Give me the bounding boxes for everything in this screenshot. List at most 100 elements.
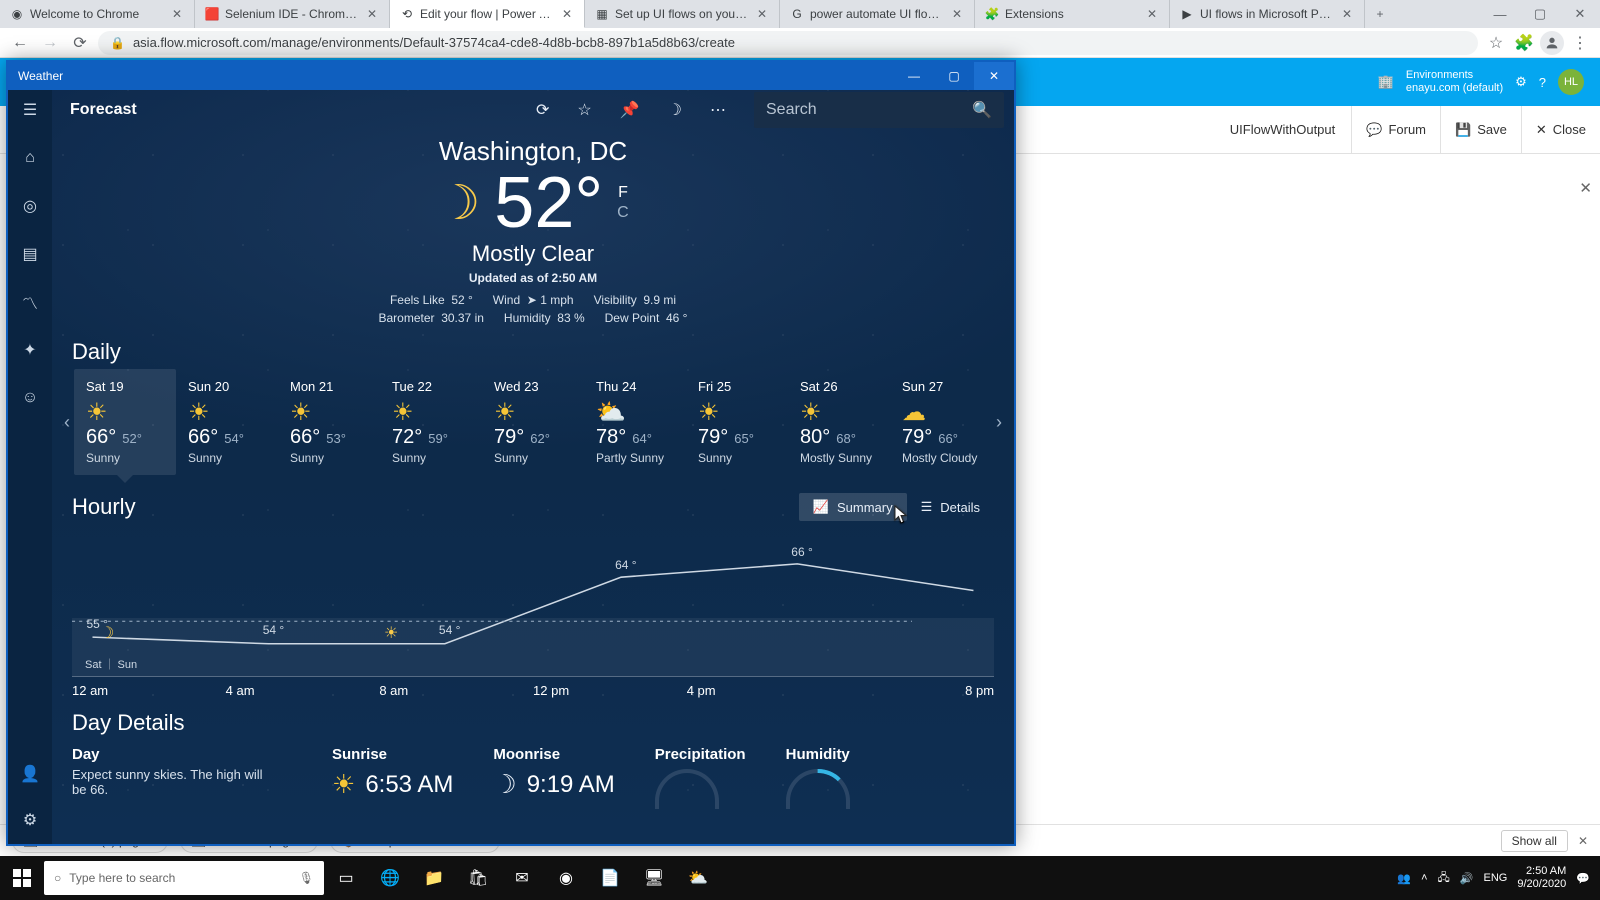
browser-tab[interactable]: 🧩Extensions✕ [975, 0, 1170, 28]
system-clock[interactable]: 2:50 AM 9/20/2020 [1517, 865, 1566, 891]
microsoft-icon: ▦ [595, 7, 609, 21]
summary-toggle[interactable]: 📈Summary [799, 493, 907, 521]
task-view-icon[interactable]: ▭ [324, 856, 368, 900]
extensions-icon[interactable]: 🧩 [1512, 31, 1536, 55]
chrome-taskbar-icon[interactable]: ◉ [544, 856, 588, 900]
back-button[interactable]: ← [8, 31, 32, 55]
new-tab-button[interactable]: + [1365, 0, 1395, 28]
sun-marker-icon: ☀ [384, 623, 398, 643]
browser-tab-active[interactable]: ⟲Edit your flow | Power Automate✕ [390, 0, 585, 28]
people-icon[interactable]: 👥 [1397, 872, 1411, 885]
sound-icon[interactable]: 🔊 [1460, 872, 1474, 885]
unit-celsius[interactable]: C [617, 204, 629, 222]
window-minimize[interactable]: — [894, 62, 934, 90]
daily-prev[interactable]: ‹ [60, 369, 74, 475]
close-button[interactable]: ✕Close [1521, 106, 1600, 153]
dd-moonrise-label: Moonrise [493, 746, 614, 763]
window-close[interactable]: ✕ [1560, 0, 1600, 28]
close-icon[interactable]: ✕ [1145, 7, 1159, 21]
day-card[interactable]: Tue 22☀72°59°Sunny [380, 369, 482, 475]
reload-button[interactable]: ⟳ [68, 31, 92, 55]
weather-app-icon[interactable]: ⛅ [676, 856, 720, 900]
address-bar[interactable]: 🔒 asia.flow.microsoft.com/manage/environ… [98, 31, 1478, 55]
store-icon[interactable]: 🛍 [456, 856, 500, 900]
menu-icon[interactable]: ⋮ [1568, 31, 1592, 55]
flow-name[interactable]: UIFlowWithOutput [1214, 122, 1351, 137]
user-avatar[interactable]: HL [1558, 69, 1584, 95]
save-button[interactable]: 💾Save [1440, 106, 1521, 153]
map-icon[interactable]: ◎ [18, 194, 42, 218]
day-card[interactable]: Mon 21☀66°53°Sunny [278, 369, 380, 475]
close-icon[interactable]: ✕ [755, 7, 769, 21]
day-low: 66° [938, 431, 958, 446]
more-icon[interactable]: ⋯ [710, 100, 726, 120]
day-card[interactable]: Sun 20☀66°54°Sunny [176, 369, 278, 475]
condition-text: Mostly Clear [52, 241, 1014, 267]
window-close[interactable]: ✕ [974, 62, 1014, 90]
close-shelf-button[interactable]: ✕ [1578, 834, 1588, 848]
trend-icon[interactable]: 〽 [18, 290, 42, 314]
day-card[interactable]: Thu 24⛅78°64°Partly Sunny [584, 369, 686, 475]
day-card[interactable]: Sun 27☁79°66°Mostly Cloudy [890, 369, 992, 475]
search-icon[interactable]: 🔍 [972, 100, 992, 120]
start-button[interactable] [0, 856, 44, 900]
help-icon[interactable]: ? [1539, 75, 1546, 90]
mail-icon[interactable]: ✉ [500, 856, 544, 900]
moon-icon[interactable]: ☽ [668, 100, 682, 120]
hamburger-icon[interactable]: ☰ [18, 98, 42, 122]
notifications-icon[interactable]: 💬 [1576, 872, 1590, 885]
bookmark-star-icon[interactable]: ☆ [1484, 31, 1508, 55]
details-toggle[interactable]: ☰Details [907, 493, 994, 521]
tray-chevron-icon[interactable]: ˄ [1421, 872, 1427, 884]
search-input[interactable]: Search 🔍 [754, 92, 1004, 128]
pin-icon[interactable]: 📌 [620, 100, 640, 120]
lang-indicator[interactable]: ENG [1484, 872, 1508, 884]
network-icon[interactable]: 🖧 [1438, 869, 1450, 888]
close-icon[interactable]: ✕ [560, 7, 574, 21]
day-card[interactable]: Sat 26☀80°68°Mostly Sunny [788, 369, 890, 475]
forward-button[interactable]: → [38, 31, 62, 55]
close-icon[interactable]: ✕ [950, 7, 964, 21]
forum-button[interactable]: 💬Forum [1351, 106, 1440, 153]
day-card[interactable]: Sat 19☀66°52°Sunny [74, 369, 176, 475]
env-icon: 🏢 [1378, 74, 1394, 90]
daily-next[interactable]: › [992, 369, 1006, 475]
browser-tab[interactable]: ▶UI flows in Microsoft Power Auto✕ [1170, 0, 1365, 28]
panel-close-icon[interactable]: ✕ [1579, 179, 1592, 197]
day-card[interactable]: Fri 25☀79°65°Sunny [686, 369, 788, 475]
edge-icon[interactable]: 🌐 [368, 856, 412, 900]
day-card[interactable]: Wed 23☀79°62°Sunny [482, 369, 584, 475]
window-maximize[interactable]: ▢ [1520, 0, 1560, 28]
explorer-icon[interactable]: 📁 [412, 856, 456, 900]
window-maximize[interactable]: ▢ [934, 62, 974, 90]
news-icon[interactable]: ☺ [18, 386, 42, 410]
environment-picker[interactable]: Environments enayu.com (default) [1406, 69, 1503, 95]
show-all-downloads[interactable]: Show all [1501, 830, 1568, 852]
close-icon[interactable]: ✕ [1340, 7, 1354, 21]
refresh-icon[interactable]: ⟳ [536, 100, 549, 120]
browser-tab[interactable]: 🟥Selenium IDE - Chrome Web Sto✕ [195, 0, 390, 28]
taskbar-search[interactable]: ○ Type here to search 🎙 [44, 861, 324, 895]
weather-titlebar[interactable]: Weather — ▢ ✕ [8, 62, 1014, 90]
mic-icon: 🎙 [299, 871, 314, 885]
gear-icon[interactable]: ⚙ [1515, 74, 1527, 90]
hourly-chart[interactable]: 55 °54 °54 °64 °66 ° ☽ ☀ Sat Sun [72, 527, 994, 677]
window-minimize[interactable]: — [1480, 0, 1520, 28]
day-summary: Sunny [290, 451, 368, 465]
browser-tab[interactable]: ▦Set up UI flows on your device -✕ [585, 0, 780, 28]
unit-fahrenheit[interactable]: F [617, 184, 629, 202]
feedback-icon[interactable]: 👤 [18, 762, 42, 786]
sun-icon: ☀ [392, 398, 470, 422]
history-icon[interactable]: ▤ [18, 242, 42, 266]
browser-tab[interactable]: Gpower automate UI flow require✕ [780, 0, 975, 28]
browser-tab[interactable]: ◉Welcome to Chrome✕ [0, 0, 195, 28]
profile-avatar[interactable] [1540, 31, 1564, 55]
notepad-icon[interactable]: 📄 [588, 856, 632, 900]
close-icon[interactable]: ✕ [170, 7, 184, 21]
home-icon[interactable]: ⌂ [18, 146, 42, 170]
gear-icon[interactable]: ⚙ [18, 808, 42, 832]
favorites-icon[interactable]: ✦ [18, 338, 42, 362]
settings-app-icon[interactable]: 🖥 [632, 856, 676, 900]
close-icon[interactable]: ✕ [365, 7, 379, 21]
star-icon[interactable]: ☆ [577, 100, 591, 120]
